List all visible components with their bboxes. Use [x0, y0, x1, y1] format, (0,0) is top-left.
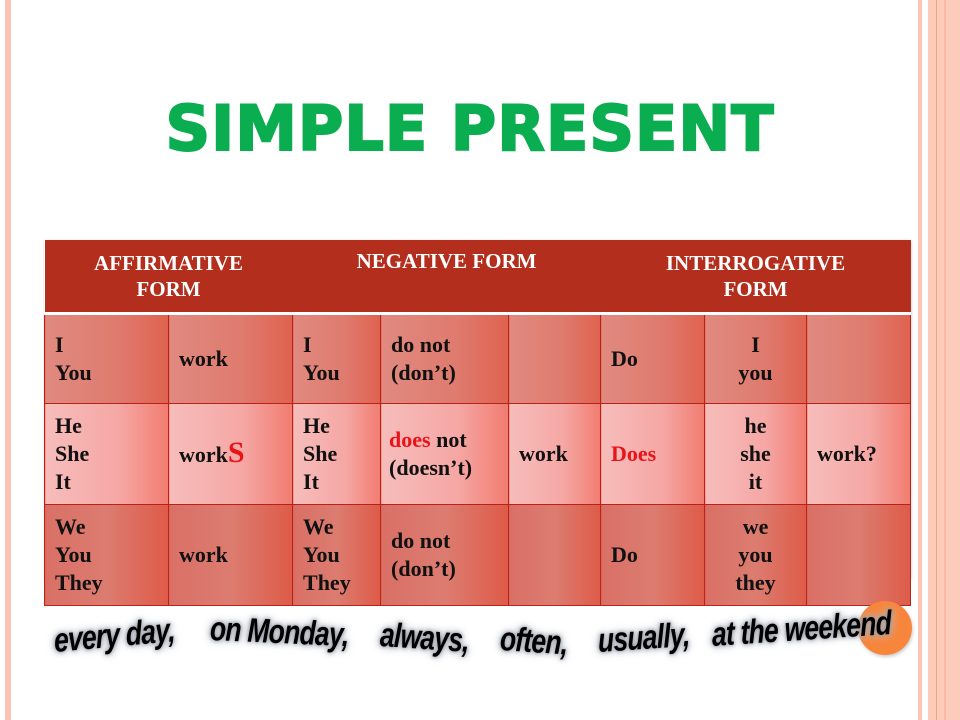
slide-title: SIMPLE PRESENT [164, 91, 775, 166]
int-aux-cell: Do [600, 313, 706, 404]
int-verb-cell: work? [806, 403, 912, 505]
neg-aux-cell: do not (don’t) [380, 504, 510, 606]
aux-contraction: (don’t) [391, 556, 456, 581]
int-aux-cell: Does [600, 403, 706, 505]
pronoun: I [303, 332, 312, 357]
adverb-always: always, [379, 616, 470, 660]
int-pronouns-cell: I you [704, 313, 808, 404]
table-header-row: AFFIRMATIVE FORM NEGATIVE FORM INTERROGA… [44, 240, 911, 315]
pronoun: You [303, 542, 340, 567]
verb-suffix-highlight: S [227, 436, 245, 469]
aff-verb-cell: workS [167, 403, 294, 505]
int-verb-cell [806, 313, 912, 404]
pronoun: It [55, 469, 71, 494]
adverb-usually: usually, [597, 615, 691, 660]
neg-verb-cell: work [508, 403, 602, 505]
header-interrogative: INTERROGATIVE FORM [600, 240, 911, 315]
neg-verb-cell [508, 313, 602, 404]
pronoun: They [55, 570, 103, 595]
pronoun: you [738, 542, 773, 567]
adverb-on-monday: on Monday, [209, 610, 349, 655]
pronoun: we [742, 514, 769, 539]
aux-highlight: does [389, 427, 431, 452]
table-row: He She It workS He She It does not (does… [44, 403, 912, 505]
adverb-at-the-weekend: at the weekend [711, 604, 892, 654]
pronoun: she [740, 441, 771, 466]
pronoun: I [55, 332, 64, 357]
neg-pronouns-cell: We You They [292, 504, 382, 606]
pronoun: they [735, 570, 776, 595]
aff-verb-cell: work [167, 313, 294, 404]
neg-verb-cell [508, 504, 602, 606]
int-pronouns-cell: he she it [704, 403, 808, 505]
neg-pronouns-cell: I You [292, 313, 382, 404]
time-expressions: every day, on Monday, always, often, usu… [50, 600, 920, 690]
header-text: FORM [723, 277, 788, 301]
pronoun: It [303, 469, 319, 494]
header-text: INTERROGATIVE [665, 251, 846, 275]
pronoun: you [738, 360, 773, 385]
int-verb-cell [806, 504, 912, 606]
aux-text: do not [391, 528, 451, 553]
pronoun: They [303, 570, 351, 595]
pronoun: You [303, 360, 340, 385]
table-row: We You They work We You They do not (don… [44, 504, 912, 606]
adverb-often: often, [499, 620, 569, 663]
neg-aux-cell: does not (doesn’t) [380, 403, 510, 505]
int-aux-cell: Do [600, 504, 706, 606]
grammar-table: AFFIRMATIVE FORM NEGATIVE FORM INTERROGA… [44, 240, 912, 606]
pronoun: She [303, 441, 338, 466]
pronoun: He [303, 413, 330, 438]
pronoun: I [751, 332, 760, 357]
table-row: I You work I You do not (don’t) Do I you [44, 313, 912, 404]
aff-verb-cell: work [167, 504, 294, 606]
header-text: NEGATIVE FORM [356, 249, 537, 273]
pronoun: he [744, 413, 767, 438]
pronoun: You [55, 360, 92, 385]
pronoun: it [748, 469, 763, 494]
pronoun: We [303, 514, 334, 539]
aux-contraction: (don’t) [391, 360, 456, 385]
pronoun: You [55, 542, 92, 567]
pronoun: We [55, 514, 86, 539]
aux-text: not [430, 427, 467, 452]
header-negative: NEGATIVE FORM [292, 240, 601, 315]
aff-pronouns-cell: We You They [44, 504, 169, 606]
aff-pronouns-cell: I You [44, 313, 169, 404]
int-pronouns-cell: we you they [704, 504, 808, 606]
header-text: AFFIRMATIVE [94, 251, 243, 275]
aff-pronouns-cell: He She It [44, 403, 169, 505]
aux-contraction: (doesn’t) [389, 455, 473, 480]
verb: work [179, 442, 228, 467]
header-affirmative: AFFIRMATIVE FORM [44, 240, 293, 315]
pronoun: He [55, 413, 82, 438]
neg-pronouns-cell: He She It [292, 403, 382, 505]
adverb-every-day: every day, [52, 611, 176, 660]
header-text: FORM [136, 277, 201, 301]
border-stripe [944, 0, 946, 720]
neg-aux-cell: do not (don’t) [380, 313, 510, 404]
aux-text: do not [391, 332, 451, 357]
pronoun: She [55, 441, 90, 466]
